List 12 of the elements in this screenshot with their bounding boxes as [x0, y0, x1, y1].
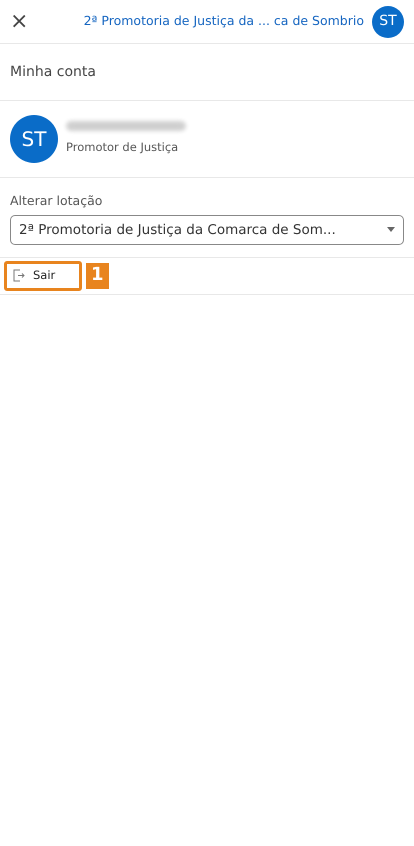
header-title[interactable]: 2ª Promotoria de Justiça da ... ca de Sombrio	[84, 12, 364, 31]
close-button[interactable]: ×	[10, 10, 28, 32]
user-avatar[interactable]: ST	[372, 6, 404, 38]
caret-icon	[387, 227, 395, 232]
callout-number: 1	[86, 262, 109, 289]
user-role: Promotor de Justiça	[66, 139, 180, 156]
logout-button[interactable]: Sair	[4, 260, 82, 291]
location-select[interactable]: 2ª Promotoria de Justiça da Comarca de Som...	[10, 214, 404, 245]
field-label: Alterar lotação	[10, 192, 104, 210]
logout-icon	[13, 269, 25, 282]
section-title: Minha conta	[10, 62, 96, 82]
profile-avatar: ST	[10, 115, 58, 163]
